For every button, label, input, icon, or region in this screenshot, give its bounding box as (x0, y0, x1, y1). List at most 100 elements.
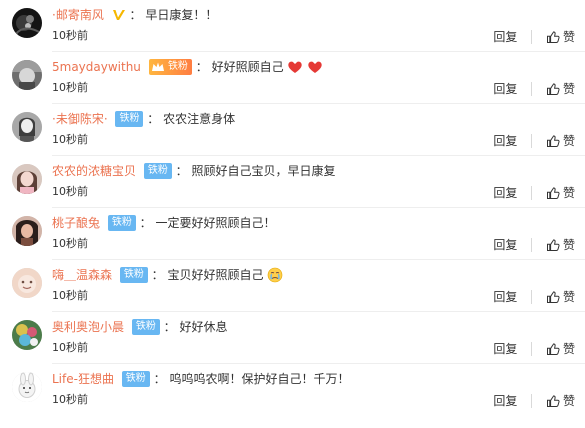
like-button[interactable]: 赞 (546, 185, 575, 201)
comment-content: 一定要好好照顾自己！ (155, 216, 276, 230)
username[interactable]: ·未御陈宋· (52, 112, 108, 126)
action-separator (531, 238, 533, 252)
username[interactable]: 奥利奥泡小晨 (52, 320, 124, 334)
fan-badge-label: 铁粉 (167, 61, 188, 72)
username[interactable]: 桃子酿兔 (52, 216, 100, 230)
avatar[interactable] (12, 112, 42, 142)
username[interactable]: 农农的浓糖宝贝 (52, 164, 136, 178)
reply-button[interactable]: 回复 (493, 289, 517, 305)
reply-button[interactable]: 回复 (493, 341, 517, 357)
comment-actions: 回复 赞 (493, 133, 575, 149)
username[interactable]: Life-狂想曲 (52, 372, 114, 386)
crying-face-icon (268, 267, 283, 283)
comment-actions: 回复 赞 (493, 185, 575, 201)
username[interactable]: ·邮寄南风 (52, 8, 104, 22)
iron-fan-badge: 铁粉 (107, 215, 136, 231)
heart-icon (308, 61, 322, 73)
like-label: 赞 (562, 342, 575, 356)
comment-header: 农农的浓糖宝贝 铁粉 ： 照顾好自己宝贝，早日康复 (52, 163, 336, 179)
thumbs-up-icon (546, 31, 560, 43)
avatar[interactable] (12, 8, 42, 38)
comment-colon: ： (147, 112, 160, 126)
action-separator (531, 290, 533, 304)
comment-item: 5maydaywithu 铁粉 ： 好好照顾自己 10秒前 回复 赞 (0, 52, 585, 104)
comment-colon: ： (163, 320, 176, 334)
comment-header: 嗨＿温森森 铁粉 ： 宝贝好好照顾自己 (52, 267, 283, 283)
fan-badge: 铁粉 (148, 59, 192, 75)
avatar-soft-portrait-icon (12, 164, 42, 194)
like-label: 赞 (562, 134, 575, 148)
action-separator (531, 134, 533, 148)
comment-time: 10秒前 (52, 393, 88, 406)
iron-fan-badge: 铁粉 (119, 267, 148, 283)
like-button[interactable]: 赞 (546, 393, 575, 409)
comment-item: 奥利奥泡小晨 铁粉 ： 好好休息 10秒前 回复 赞 (0, 312, 585, 364)
like-button[interactable]: 赞 (546, 341, 575, 357)
heart-icon (288, 61, 303, 73)
thumbs-up-icon (546, 395, 560, 407)
reply-button[interactable]: 回复 (493, 393, 517, 409)
comment-content: 照顾好自己宝贝，早日康复 (191, 164, 336, 178)
comment-actions: 回复 赞 (493, 81, 575, 97)
thumbs-up-icon (546, 291, 560, 303)
reply-button[interactable]: 回复 (493, 29, 517, 45)
like-button[interactable]: 赞 (546, 237, 575, 253)
comment-content: 好好照顾自己 (211, 60, 284, 74)
reply-button[interactable]: 回复 (493, 133, 517, 149)
comment-actions: 回复 赞 (493, 289, 575, 305)
like-label: 赞 (562, 394, 575, 408)
like-button[interactable]: 赞 (546, 29, 575, 45)
comment-time: 10秒前 (52, 237, 88, 250)
comment-actions: 回复 赞 (493, 341, 575, 357)
comment-item: 农农的浓糖宝贝 铁粉 ： 照顾好自己宝贝，早日康复 10秒前 回复 赞 (0, 156, 585, 208)
comment-item: 桃子酿兔 铁粉 ： 一定要好好照顾自己！ 10秒前 回复 赞 (0, 208, 585, 260)
avatar-mono-portrait-icon (12, 112, 42, 142)
username[interactable]: 5maydaywithu (52, 60, 141, 74)
action-separator (531, 342, 533, 356)
iron-fan-badge: 铁粉 (121, 371, 150, 387)
comment-actions: 回复 赞 (493, 237, 575, 253)
comment-header: Life-狂想曲 铁粉 ： 呜呜呜农啊！保护好自己！千万！ (52, 371, 349, 387)
comment-colon: ： (129, 8, 142, 22)
comment-header: 桃子酿兔 铁粉 ： 一定要好好照顾自己！ (52, 215, 276, 231)
comment-content: 宝贝好好照顾自己 (167, 268, 264, 282)
comment-colon: ： (153, 372, 166, 386)
reply-button[interactable]: 回复 (493, 81, 517, 97)
like-button[interactable]: 赞 (546, 289, 575, 305)
action-separator (531, 186, 533, 200)
comment-header: 奥利奥泡小晨 铁粉 ： 好好休息 (52, 319, 228, 335)
avatar[interactable] (12, 372, 42, 402)
avatar-dark-flower-icon (12, 8, 42, 38)
comment-time: 10秒前 (52, 29, 88, 42)
avatar[interactable] (12, 164, 42, 194)
like-button[interactable]: 赞 (546, 81, 575, 97)
avatar[interactable] (12, 216, 42, 246)
comment-item: 嗨＿温森森 铁粉 ： 宝贝好好照顾自己 10秒前 回复 赞 (0, 260, 585, 312)
comment-item: ·邮寄南风 ： 早日康复！！ 10秒前 回复 赞 (0, 0, 585, 52)
like-label: 赞 (562, 290, 575, 304)
comment-actions: 回复 赞 (493, 29, 575, 45)
comment-colon: ： (175, 164, 188, 178)
avatar[interactable] (12, 268, 42, 298)
reply-button[interactable]: 回复 (493, 237, 517, 253)
action-separator (531, 394, 533, 408)
comment-time: 10秒前 (52, 133, 88, 146)
thumbs-up-icon (546, 135, 560, 147)
comment-content: 呜呜呜农啊！保护好自己！千万！ (169, 372, 350, 386)
like-button[interactable]: 赞 (546, 133, 575, 149)
like-label: 赞 (562, 186, 575, 200)
avatar[interactable] (12, 60, 42, 90)
avatar-colorful-art-icon (12, 320, 42, 350)
like-label: 赞 (562, 238, 575, 252)
comment-item: ·未御陈宋· 铁粉 ： 农农注意身体 10秒前 回复 赞 (0, 104, 585, 156)
comment-header: 5maydaywithu 铁粉 ： 好好照顾自己 (52, 59, 323, 75)
iron-fan-badge: 铁粉 (143, 163, 172, 179)
comment-colon: ： (195, 60, 208, 74)
comment-header: ·邮寄南风 ： 早日康复！！ (52, 7, 217, 23)
username[interactable]: 嗨＿温森森 (52, 268, 112, 282)
avatar-gray-selfie-icon (12, 60, 42, 90)
iron-fan-badge: 铁粉 (115, 111, 144, 127)
reply-button[interactable]: 回复 (493, 185, 517, 201)
action-separator (531, 30, 533, 44)
avatar[interactable] (12, 320, 42, 350)
